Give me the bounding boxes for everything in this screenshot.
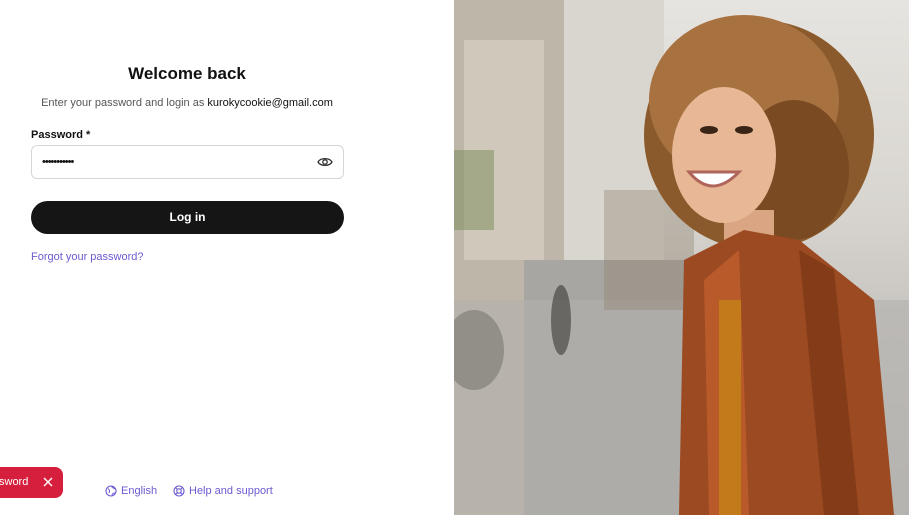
hero-photo-illustration bbox=[454, 0, 909, 515]
eye-icon[interactable] bbox=[317, 155, 333, 169]
help-label: Help and support bbox=[189, 485, 273, 497]
globe-icon bbox=[105, 485, 117, 497]
login-button[interactable]: Log in bbox=[31, 201, 344, 234]
close-icon[interactable] bbox=[41, 475, 55, 489]
account-email: kurokycookie@gmail.com bbox=[207, 97, 333, 109]
password-field[interactable] bbox=[31, 145, 344, 179]
error-toast: sword bbox=[0, 467, 63, 498]
language-label: English bbox=[121, 485, 158, 497]
login-subtitle: Enter your password and login as kurokyc… bbox=[0, 97, 374, 109]
help-support-link[interactable]: Help and support bbox=[173, 485, 273, 497]
toast-message: sword bbox=[0, 476, 29, 488]
subtitle-prefix: Enter your password and login as bbox=[41, 97, 205, 109]
lifebuoy-icon bbox=[173, 485, 185, 497]
page-title: Welcome back bbox=[128, 64, 246, 83]
password-label: Password * bbox=[31, 129, 91, 141]
password-input[interactable] bbox=[42, 146, 312, 178]
language-selector[interactable]: English bbox=[105, 485, 157, 497]
forgot-password-link[interactable]: Forgot your password? bbox=[31, 251, 144, 263]
login-panel: Welcome back Enter your password and log… bbox=[0, 0, 454, 515]
hero-photo bbox=[454, 0, 909, 515]
